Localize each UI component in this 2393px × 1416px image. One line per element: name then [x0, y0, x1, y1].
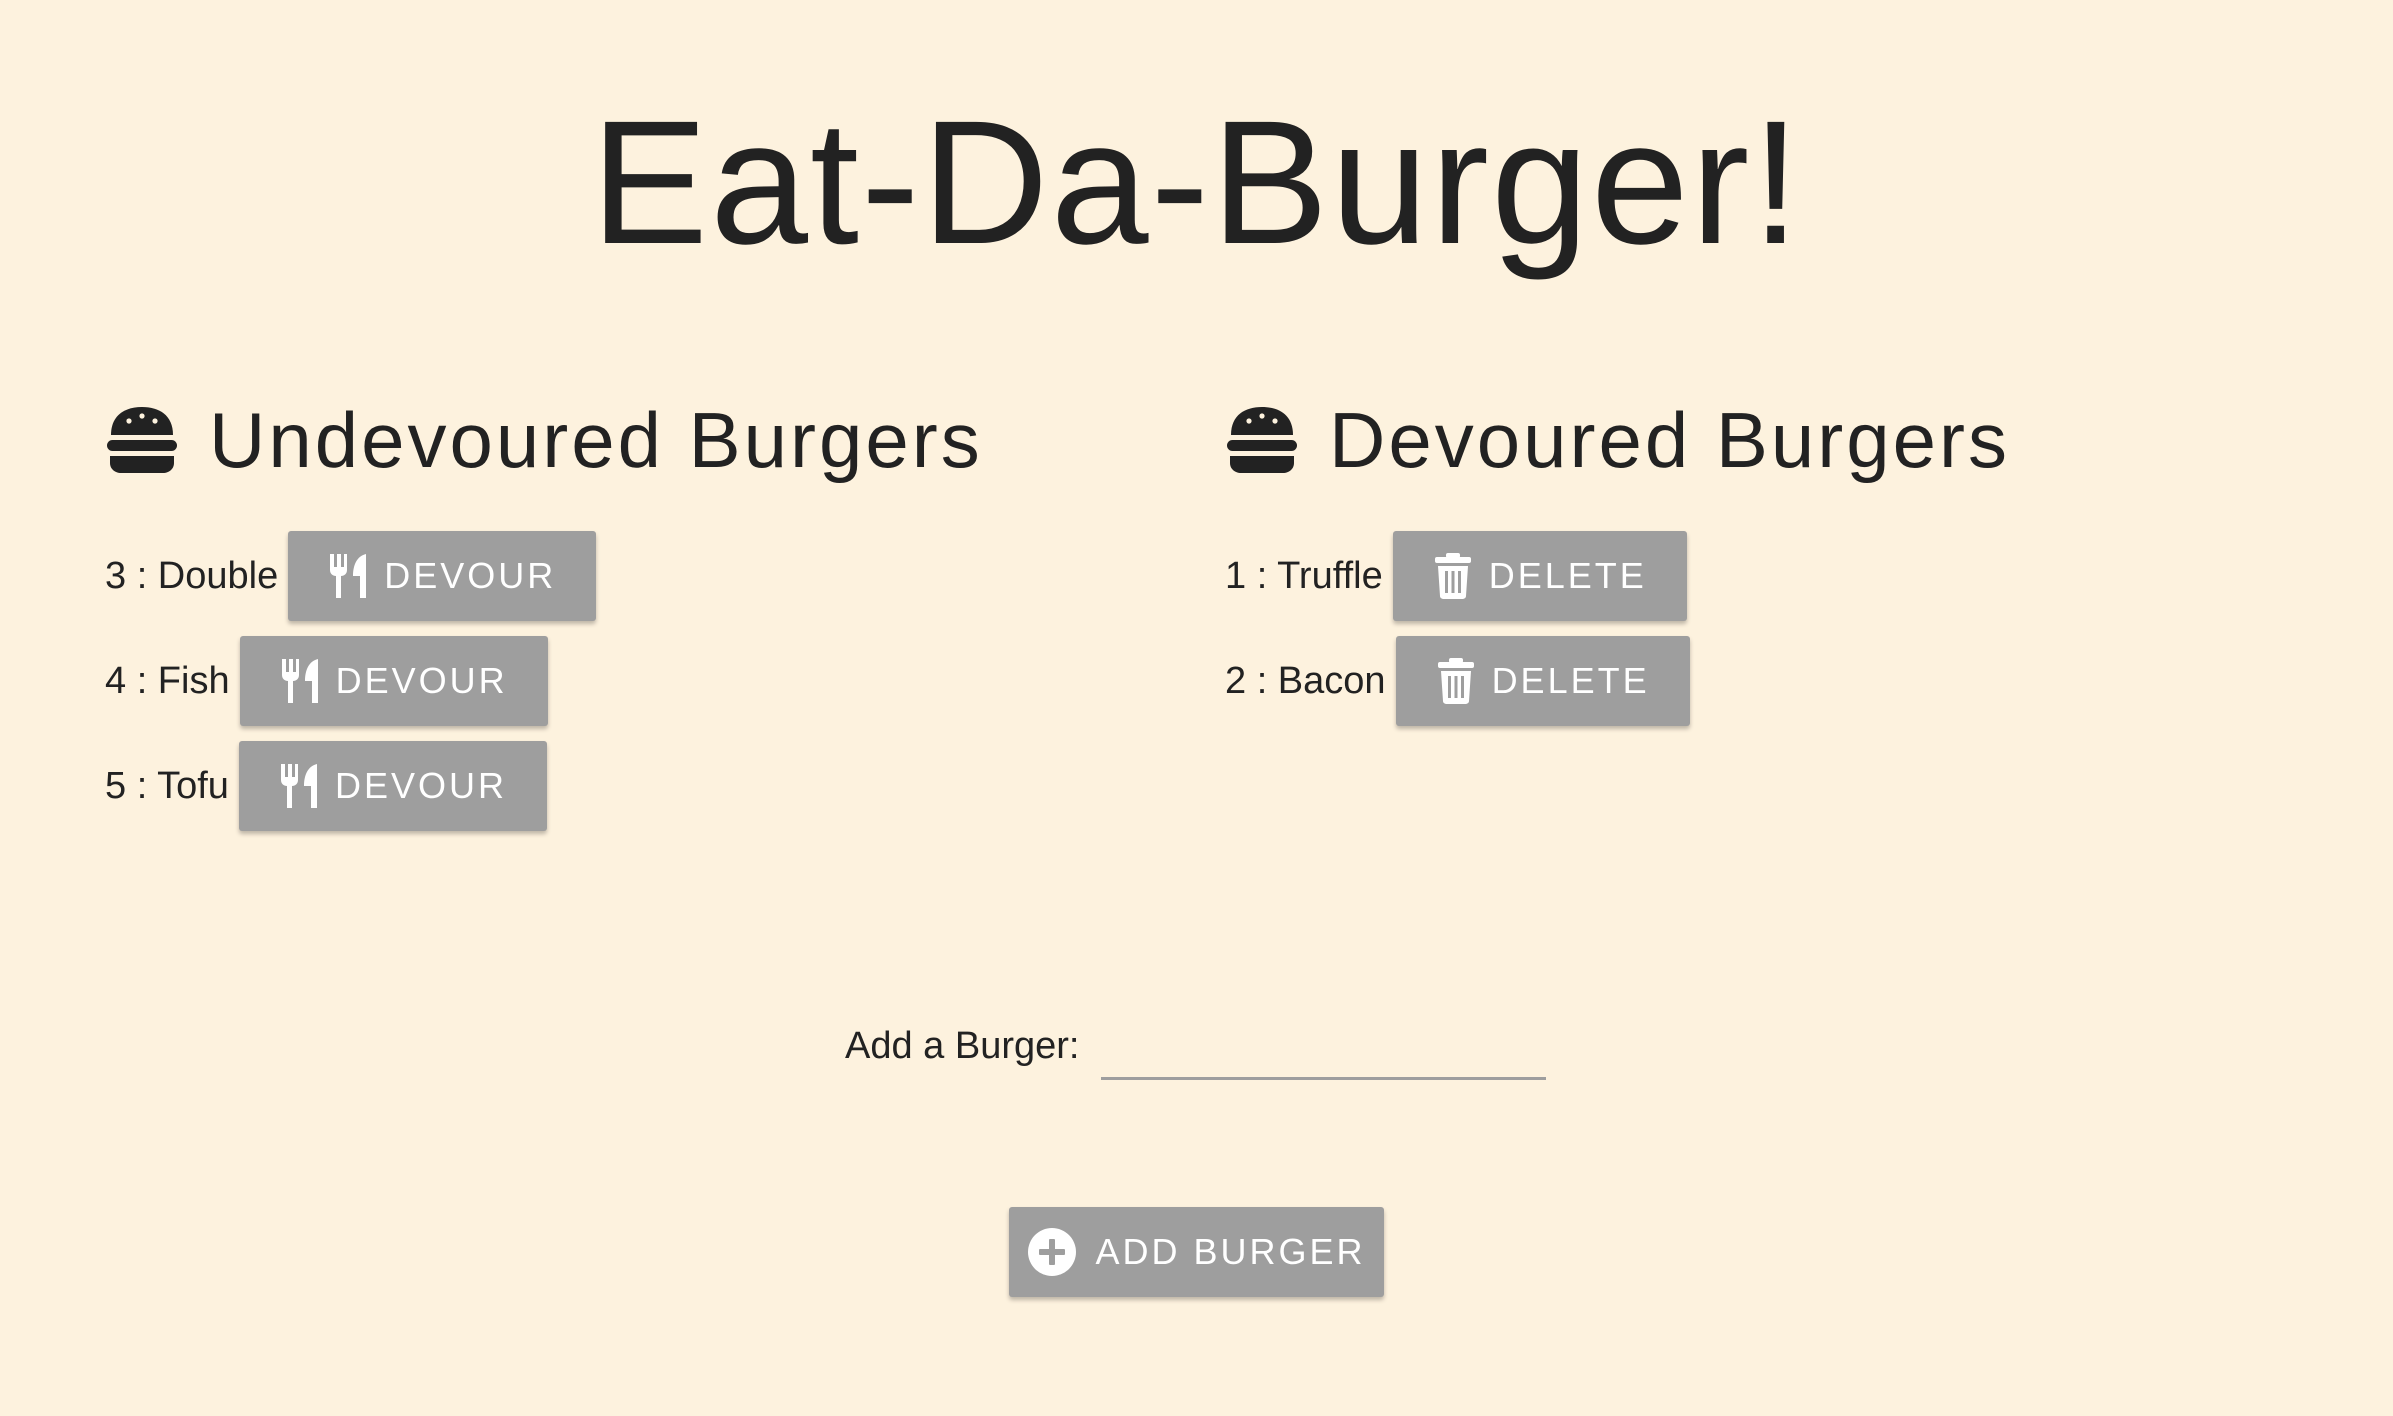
burger-label: 3 : Double: [105, 554, 279, 597]
undevoured-section: Undevoured Burgers 3 : Double DEVOUR 4 :…: [105, 390, 983, 845]
devour-button[interactable]: DEVOUR: [288, 531, 597, 621]
plus-circle-icon: [1027, 1227, 1077, 1277]
devoured-section: Devoured Burgers 1 : Truffle DELETE 2: …: [1225, 390, 2010, 740]
utensils-icon: [280, 657, 320, 705]
delete-button[interactable]: DELETE: [1392, 531, 1687, 621]
devoured-heading: Devoured Burgers: [1225, 390, 2010, 490]
burger-label: 4 : Fish: [105, 659, 230, 702]
list-item: 4 : Fish DEVOUR: [105, 635, 983, 727]
trash-icon: [1436, 657, 1476, 705]
devour-button-label: DEVOUR: [334, 765, 507, 806]
devour-button[interactable]: DEVOUR: [239, 636, 548, 726]
undevoured-heading-text: Undevoured Burgers: [209, 395, 983, 484]
devour-button-label: DEVOUR: [335, 660, 508, 701]
burger-label: 5 : Tofu: [105, 764, 229, 807]
devour-button-label: DEVOUR: [384, 555, 557, 596]
burger-name-input[interactable]: [1101, 1016, 1547, 1080]
add-burger-button-label: ADD BURGER: [1095, 1231, 1366, 1272]
undevoured-heading: Undevoured Burgers: [105, 390, 983, 490]
list-item: 3 : Double DEVOUR: [105, 530, 983, 622]
list-item: 5 : Tofu DEVOUR: [105, 740, 983, 832]
list-item: 1 : Truffle DELETE: [1225, 530, 2010, 622]
burger-icon: [1225, 405, 1299, 475]
list-item: 2 : Bacon DELETE: [1225, 635, 2010, 727]
utensils-icon: [328, 552, 368, 600]
utensils-icon: [279, 762, 319, 810]
delete-button-label: DELETE: [1488, 555, 1647, 596]
page-title: Eat-Da-Burger!: [590, 85, 1803, 281]
delete-button-label: DELETE: [1491, 660, 1650, 701]
burger-label: 1 : Truffle: [1225, 554, 1383, 597]
devoured-heading-text: Devoured Burgers: [1329, 395, 2010, 484]
add-burger-form: Add a Burger:: [845, 1010, 1547, 1080]
delete-button[interactable]: DELETE: [1395, 636, 1690, 726]
page: Eat-Da-Burger! Undevoured Burgers 3 : Do…: [0, 0, 2393, 1416]
add-burger-label: Add a Burger:: [845, 1025, 1080, 1067]
burger-label: 2 : Bacon: [1225, 659, 1386, 702]
add-burger-button[interactable]: ADD BURGER: [1009, 1207, 1384, 1297]
burger-icon: [105, 405, 179, 475]
undevoured-list: 3 : Double DEVOUR 4 : Fish DEVOUR 5: To…: [105, 530, 983, 832]
devour-button[interactable]: DEVOUR: [238, 741, 547, 831]
trash-icon: [1433, 552, 1473, 600]
devoured-list: 1 : Truffle DELETE 2: Bacon DELETE: [1225, 530, 2010, 727]
